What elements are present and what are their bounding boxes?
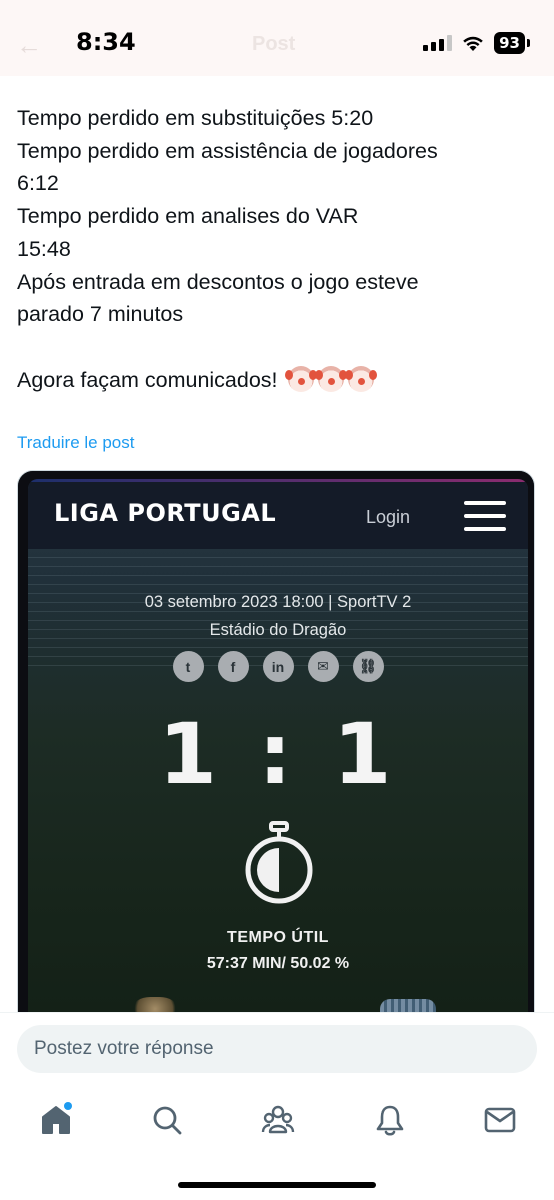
nav-home[interactable] bbox=[36, 1100, 76, 1140]
bottom-nav bbox=[0, 1082, 554, 1200]
tweet-closing-line: Agora façam comunicados! bbox=[17, 364, 537, 397]
status-time: 8:34 bbox=[76, 28, 136, 56]
reply-bar bbox=[0, 1012, 554, 1082]
nav-messages[interactable] bbox=[480, 1100, 520, 1140]
cellular-signal-icon bbox=[423, 35, 453, 51]
back-arrow-icon[interactable]: ← bbox=[16, 30, 42, 61]
communities-icon bbox=[261, 1105, 295, 1134]
clown-face-icon bbox=[344, 365, 374, 392]
tweet-line: Tempo perdido em substituições 5:20 bbox=[17, 106, 374, 130]
facebook-icon: f bbox=[217, 651, 249, 682]
menu-icon bbox=[464, 501, 506, 531]
link-icon: ⛓ bbox=[352, 651, 384, 682]
tweet-text: Tempo perdido em substituições 5:20 Temp… bbox=[17, 102, 537, 396]
match-score: 1 : 1 bbox=[158, 705, 398, 803]
translate-post-link[interactable]: Traduire le post bbox=[17, 433, 134, 453]
site-header: LIGA PORTUGAL Login bbox=[28, 479, 528, 549]
email-icon: ✉ bbox=[307, 651, 339, 682]
home-indicator bbox=[178, 1182, 376, 1188]
header-title: Post bbox=[252, 33, 296, 55]
clown-face-icon bbox=[284, 365, 314, 392]
tweet-line: 6:12 bbox=[17, 171, 59, 196]
tweet-closing-text: Agora façam comunicados! bbox=[17, 367, 278, 392]
linkedin-icon: in bbox=[262, 651, 294, 682]
liga-portugal-page: LIGA PORTUGAL Login 03 setembro 2023 18:… bbox=[28, 479, 528, 1029]
tweet-line: parado 7 minutos bbox=[17, 302, 184, 327]
tempo-util-label: TEMPO ÚTIL bbox=[227, 929, 329, 946]
clown-face-icon bbox=[314, 365, 344, 392]
twitter-icon: t bbox=[172, 651, 204, 682]
nav-search[interactable] bbox=[147, 1100, 187, 1140]
status-icons: 93 bbox=[423, 32, 530, 54]
stopwatch-icon bbox=[245, 821, 313, 904]
home-notification-dot bbox=[64, 1102, 72, 1110]
tweet-media-image[interactable]: LIGA PORTUGAL Login 03 setembro 2023 18:… bbox=[17, 470, 535, 1030]
status-bar: ← Post 8:34 93 bbox=[0, 0, 554, 76]
match-venue: Estádio do Dragão bbox=[209, 621, 347, 639]
battery-level: 93 bbox=[494, 32, 525, 54]
stopwatch-fill bbox=[257, 848, 280, 892]
wifi-icon bbox=[463, 36, 483, 51]
nav-communities[interactable] bbox=[258, 1100, 298, 1140]
reply-input[interactable] bbox=[17, 1025, 537, 1073]
envelope-icon bbox=[484, 1107, 516, 1133]
nav-notifications[interactable] bbox=[370, 1100, 410, 1140]
tweet-line: Após entrada em descontos o jogo esteve bbox=[17, 269, 419, 294]
liga-portugal-logo: LIGA PORTUGAL bbox=[54, 499, 277, 527]
login-link: Login bbox=[366, 507, 411, 527]
tweet-line: 15:48 bbox=[17, 236, 71, 261]
clown-emoji-group bbox=[284, 365, 374, 392]
battery-icon: 93 bbox=[494, 32, 530, 54]
match-date: 03 setembro 2023 18:00 | SportTV 2 bbox=[144, 593, 412, 611]
tweet-line: Tempo perdido em assistência de jogadore… bbox=[17, 138, 438, 163]
search-icon bbox=[153, 1106, 182, 1135]
share-icons: t f in ✉ ⛓ bbox=[28, 651, 528, 682]
tweet-line: Tempo perdido em analises do VAR bbox=[17, 204, 359, 229]
embedded-phone-frame: LIGA PORTUGAL Login 03 setembro 2023 18:… bbox=[18, 471, 534, 1029]
bell-icon bbox=[376, 1105, 404, 1136]
tempo-util-value: 57:37 MIN/ 50.02 % bbox=[206, 955, 350, 972]
